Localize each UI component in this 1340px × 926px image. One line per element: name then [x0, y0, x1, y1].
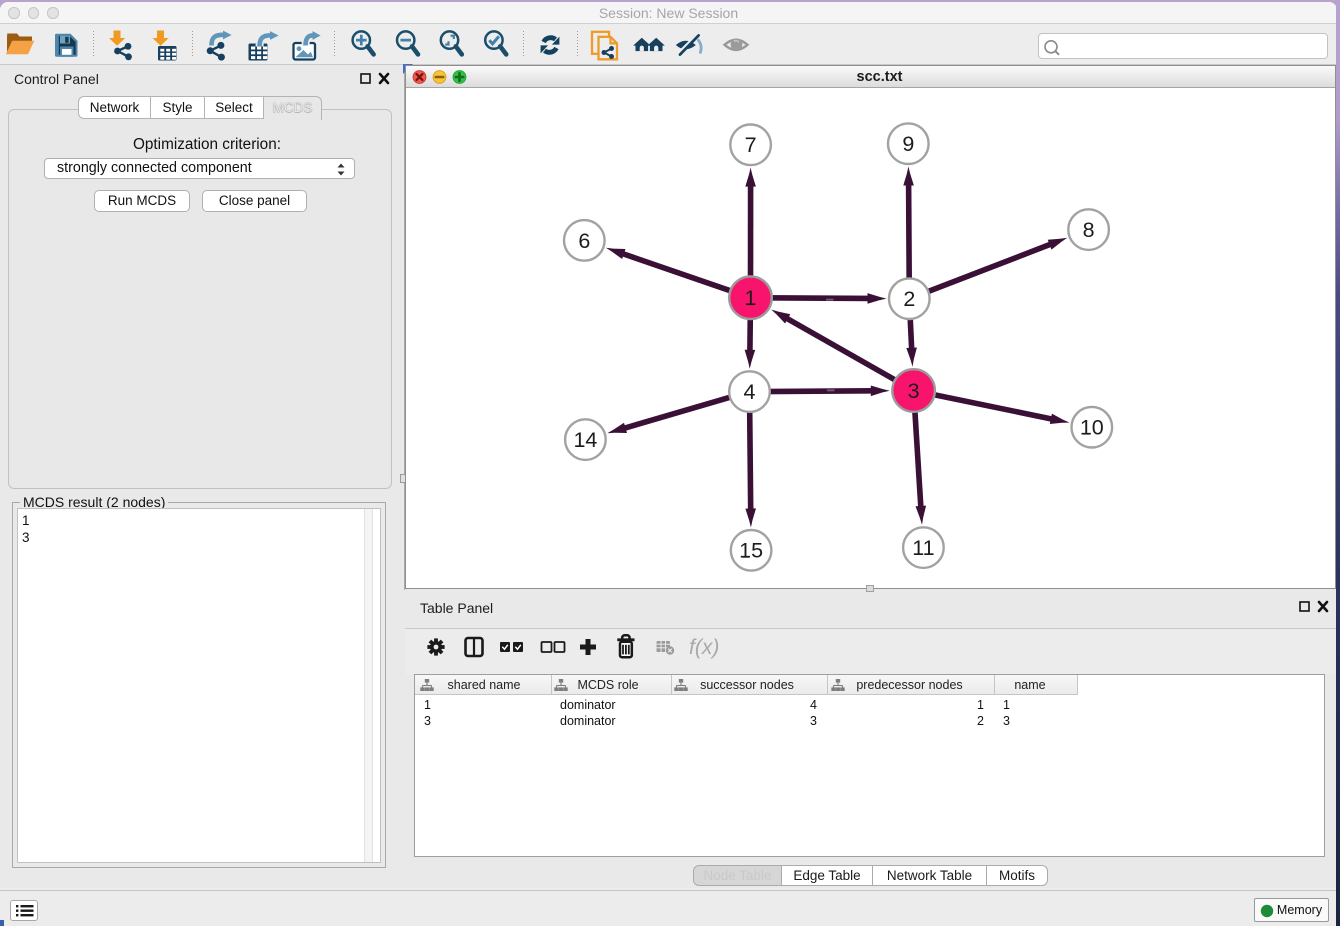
svg-text:6: 6: [578, 229, 590, 253]
svg-text:3: 3: [908, 379, 920, 403]
svg-text:2: 2: [903, 287, 915, 311]
svg-text:8: 8: [1083, 218, 1095, 242]
svg-text:7: 7: [745, 133, 757, 157]
svg-text:9: 9: [902, 132, 914, 156]
svg-text:1: 1: [745, 286, 757, 310]
svg-text:11: 11: [912, 536, 934, 560]
svg-text:15: 15: [739, 539, 763, 563]
svg-text:4: 4: [744, 380, 756, 404]
svg-text:14: 14: [573, 428, 597, 452]
svg-text:f(x): f(x): [689, 636, 719, 659]
svg-text:10: 10: [1080, 416, 1104, 440]
